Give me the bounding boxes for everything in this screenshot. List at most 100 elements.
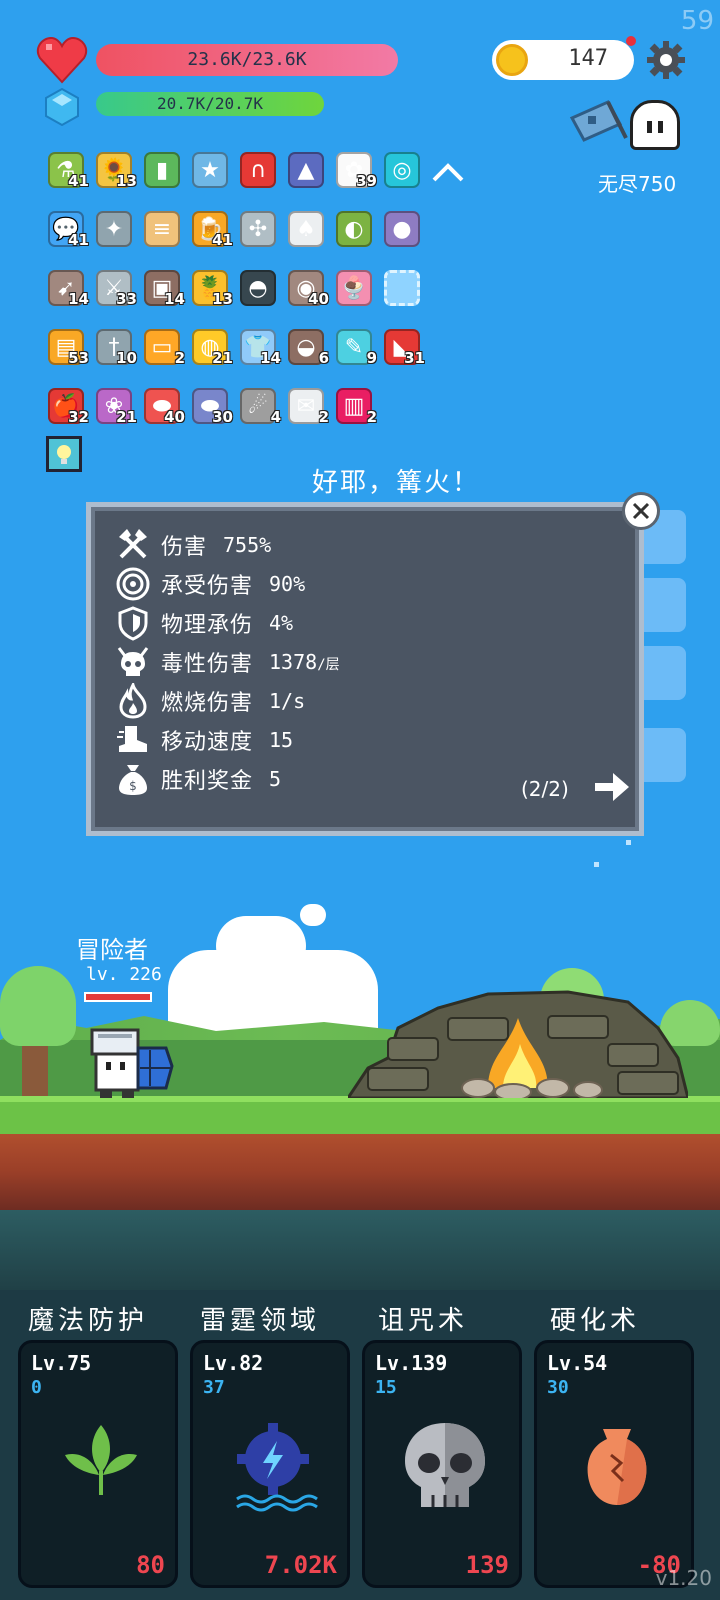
inventory-item[interactable]: 💬 41 (44, 207, 91, 266)
inventory-item[interactable]: ∩ (236, 148, 283, 207)
player-level: lv. 226 (86, 964, 162, 985)
item-count: 14 (68, 290, 89, 308)
svg-text:$: $ (129, 779, 137, 793)
inventory-item[interactable]: ➹ 14 (44, 266, 91, 325)
skill-level: Lv.75 (31, 1351, 92, 1375)
stat-row: $ 胜利奖金 5 (115, 759, 281, 799)
ghost-icon[interactable] (630, 100, 680, 150)
inventory-item[interactable]: ✎ 9 (332, 325, 379, 384)
sparkle (626, 840, 631, 845)
inventory-item[interactable]: ▭ 2 (140, 325, 187, 384)
inventory-item[interactable]: ✣ (236, 207, 283, 266)
heart-icon (36, 36, 88, 84)
stat-value: 4% (269, 611, 294, 635)
empty-slot-icon (384, 270, 420, 306)
skill-card-magic-protection[interactable]: Lv.75 0 80 (18, 1340, 178, 1588)
inventory-item[interactable]: ❀ 21 (92, 384, 139, 443)
thunder-gear-icon (236, 1423, 318, 1512)
inventory-item[interactable]: ☄ 4 (236, 384, 283, 443)
item-count: 40 (164, 408, 185, 426)
inventory-item[interactable]: ▤ 53 (44, 325, 91, 384)
skull-icon (405, 1423, 485, 1507)
id-card-icon: ★ (192, 152, 228, 188)
item-count: 53 (68, 349, 89, 367)
inventory-item[interactable]: † 10 (92, 325, 139, 384)
item-count: 21 (212, 349, 233, 367)
inventory-item[interactable]: ≡ (140, 207, 187, 266)
arrow-right-icon[interactable] (591, 767, 631, 807)
inventory-item[interactable]: ★ (188, 148, 235, 207)
inventory-item[interactable]: ▮ (140, 148, 187, 207)
notification-dot (626, 36, 636, 46)
magnet-icon: ∩ (240, 152, 276, 188)
inventory-item[interactable]: ▣ 14 (140, 266, 187, 325)
scroll-icon: ≡ (144, 211, 180, 247)
item-count: 39 (356, 172, 377, 190)
inventory-item[interactable]: ⬬ 30 (188, 384, 235, 443)
inventory-item[interactable]: ♠ (284, 207, 331, 266)
settings-gear-icon[interactable] (646, 40, 686, 80)
item-inventory: ⚗ 41 🌻 13 ▮ ★ ∩ ▲ ✿ 39 ◎ 💬 41 ✦ ≡ 🍺 41 ✣ ♠ ◐ ● ➹ 14 ⚔ 33 ▣ 14 🍍 13 ◓ ◉… (44, 148, 444, 443)
inventory-item[interactable]: ● (380, 207, 427, 266)
item-count: 2 (366, 408, 377, 426)
item-count: 40 (308, 290, 329, 308)
inventory-item[interactable]: ▥ 2 (332, 384, 379, 443)
close-icon (632, 502, 650, 520)
inventory-item[interactable]: 🍍 13 (188, 266, 235, 325)
inventory-item[interactable]: ▲ (284, 148, 331, 207)
inventory-item[interactable]: ◐ (332, 207, 379, 266)
version-label: v1.20 (655, 1566, 712, 1590)
flag-icon[interactable] (568, 98, 628, 142)
stat-row: 承受伤害 90% (115, 564, 305, 604)
inventory-item[interactable]: ✦ (92, 207, 139, 266)
skill-card-thunder-domain[interactable]: Lv.82 37 7.02K (190, 1340, 350, 1588)
mana-gem-icon (45, 88, 79, 126)
inventory-item[interactable]: ◉ 40 (284, 266, 331, 325)
item-count: 41 (68, 172, 89, 190)
tree-trunk (22, 1040, 48, 1098)
inventory-item[interactable]: ⚗ 41 (44, 148, 91, 207)
stat-value: 90% (269, 572, 306, 596)
inventory-item[interactable]: 🍺 41 (188, 207, 235, 266)
inventory-item[interactable]: ◍ 21 (188, 325, 235, 384)
inventory-item[interactable]: ⬬ 40 (140, 384, 187, 443)
skill-level: Lv.82 (203, 1351, 264, 1375)
lightbulb-icon[interactable] (46, 436, 82, 472)
inventory-item[interactable]: 👕 14 (236, 325, 283, 384)
flame-icon (119, 683, 147, 719)
stat-label: 毒性伤害 (161, 652, 254, 677)
close-button[interactable] (622, 492, 660, 530)
skill-value: 7.02K (264, 1551, 337, 1579)
inventory-item[interactable]: ◣ 31 (380, 325, 427, 384)
stat-row: 物理承伤 4% (115, 603, 293, 643)
collapse-chevron-up-icon[interactable] (430, 156, 466, 186)
inventory-item[interactable]: ◒ 6 (284, 325, 331, 384)
item-count: 21 (116, 408, 137, 426)
skill-level: Lv.139 (375, 1351, 448, 1375)
stat-label: 物理承伤 (161, 613, 254, 638)
inventory-item[interactable]: ⚔ 33 (92, 266, 139, 325)
inventory-item[interactable]: ◓ (236, 266, 283, 325)
inventory-item[interactable]: ◎ (380, 148, 427, 207)
inventory-item[interactable]: 🍨 (332, 266, 379, 325)
stat-row: 毒性伤害 1378/层 (115, 642, 340, 682)
stat-value: 5 (269, 767, 282, 791)
skill-card-hardening[interactable]: Lv.54 30 -80 (534, 1340, 694, 1588)
skill-title: 诅咒术 (378, 1306, 469, 1336)
inventory-item[interactable]: ✉ 2 (284, 384, 331, 443)
inventory-item[interactable]: 🍎 32 (44, 384, 91, 443)
inventory-item[interactable]: 🌻 13 (92, 148, 139, 207)
coin-counter[interactable]: 147 (492, 36, 636, 80)
knight-player-sprite[interactable] (86, 1026, 176, 1098)
tree (0, 966, 76, 1046)
inventory-item[interactable]: ✿ 39 (332, 148, 379, 207)
cauldron-icon: ◓ (240, 270, 276, 306)
stat-value: 15 (269, 728, 294, 752)
water-layer (0, 1210, 720, 1290)
skill-card-curse[interactable]: Lv.139 15 139 (362, 1340, 522, 1588)
dirt-layer (0, 1134, 720, 1210)
inventory-item[interactable] (380, 266, 427, 325)
coin-icon (496, 44, 528, 76)
item-count: 14 (260, 349, 281, 367)
fps-counter: 59 (680, 6, 714, 36)
